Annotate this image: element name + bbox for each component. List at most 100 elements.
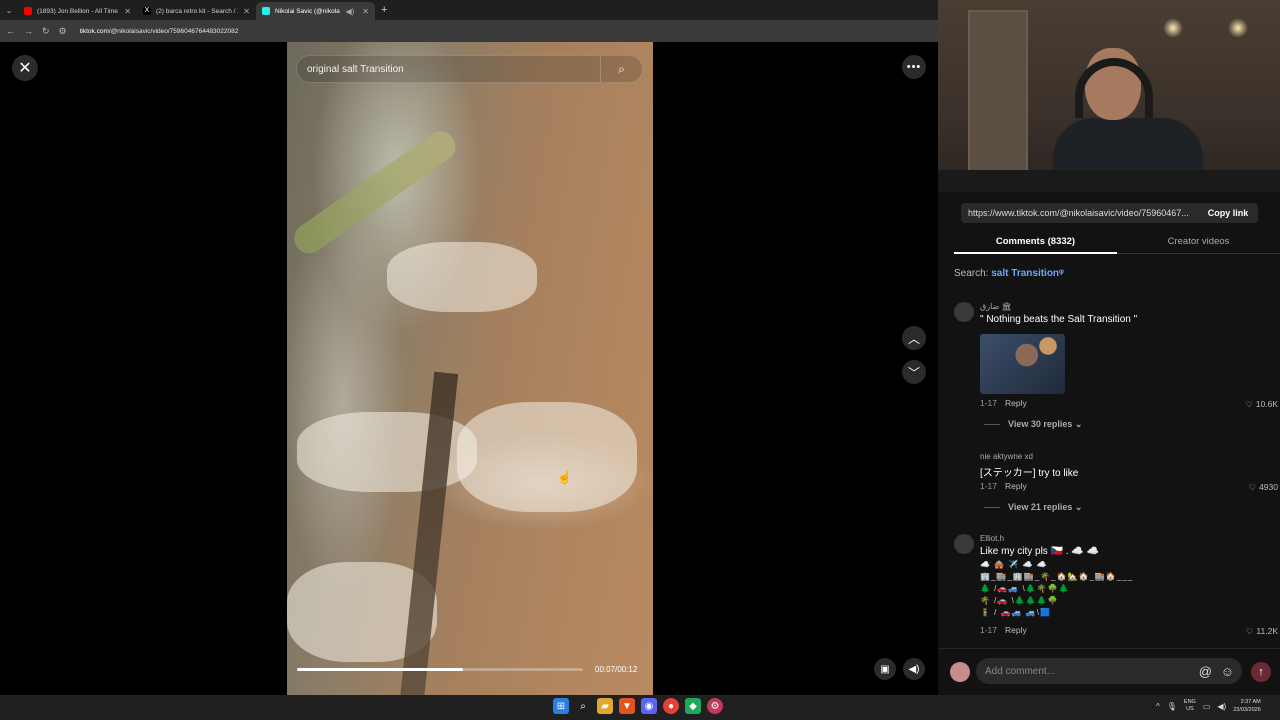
close-tab-icon[interactable]: ✕ <box>124 7 131 16</box>
more-options-button[interactable]: ••• <box>902 55 926 79</box>
avatar <box>950 662 970 682</box>
add-comment-bar: Add comment... @ ☺ ↑ <box>938 648 1280 695</box>
comment-username[interactable]: Elliot.h <box>980 534 1004 543</box>
tab-title: Nikolai Savic (@nikolaisavic <box>275 7 340 15</box>
avatar[interactable] <box>954 302 974 322</box>
x-logo-icon: X <box>143 7 151 15</box>
search-icon[interactable]: ⌕ <box>600 56 642 82</box>
video-foam <box>457 402 637 512</box>
file-explorer-icon[interactable]: ▰ <box>597 698 613 714</box>
avatar[interactable] <box>954 534 974 554</box>
site-info-icon[interactable]: ⚙ <box>59 26 67 37</box>
comment-username[interactable]: nie aktywne xd <box>980 452 1033 461</box>
browser-tab-bar: ⌄ (1893) Jon Bellion - All Time Lo ✕ X (… <box>0 0 938 20</box>
volume-button[interactable]: ◀) <box>903 658 925 680</box>
youtube-icon <box>24 7 32 15</box>
copy-link-button[interactable]: Copy link <box>1198 208 1258 218</box>
tab-creator-videos[interactable]: Creator videos <box>1117 229 1280 254</box>
heart-icon: ♡ <box>1248 482 1257 492</box>
region-code: US <box>1186 706 1194 712</box>
reply-button[interactable]: Reply <box>1005 625 1027 635</box>
forward-icon[interactable]: → <box>24 26 33 36</box>
view-replies-label: View 21 replies <box>1008 502 1073 512</box>
url-field[interactable]: tiktok.com/@nikolaisavic/video/759604676… <box>80 28 239 35</box>
video-stage: ✕ ••• ︿ ﹀ original salt Transition ⌕ 00:… <box>0 42 938 695</box>
browser-tab-tiktok[interactable]: Nikolai Savic (@nikolaisavic ◀) ✕ <box>256 2 375 20</box>
video-player[interactable]: original salt Transition ⌕ 00:07/00:12 <box>287 42 653 695</box>
new-tab-button[interactable]: + <box>381 4 387 16</box>
comments-panel: https://www.tiktok.com/@nikolaisavic/vid… <box>938 0 1280 695</box>
video-search-bar[interactable]: original salt Transition ⌕ <box>296 55 643 83</box>
search-icon: ᵠ <box>1059 268 1064 279</box>
windows-start-icon[interactable]: ⊞ <box>553 698 569 714</box>
search-icon[interactable]: ⌕ <box>575 698 591 714</box>
next-video-button[interactable]: ﹀ <box>902 360 926 384</box>
mention-icon[interactable]: @ <box>1199 664 1212 679</box>
close-icon: ✕ <box>18 60 32 77</box>
microphone-icon[interactable]: 🎙 <box>1167 702 1177 711</box>
post-comment-button[interactable]: ↑ <box>1251 662 1271 682</box>
related-search[interactable]: Search: salt Transitionᵠ <box>954 268 1064 279</box>
mouse-cursor-icon: ☝ <box>557 470 572 484</box>
chrome-icon[interactable]: ● <box>663 698 679 714</box>
speaker-icon[interactable]: ◀) <box>345 7 354 16</box>
related-search-term[interactable]: salt Transition <box>991 268 1059 279</box>
chevron-up-icon[interactable]: ^ <box>1156 702 1160 711</box>
webcam-light <box>1163 18 1183 38</box>
comment-emoji-line: ☁️ 🛖 ✈️ ☁️ ☁️ <box>980 560 1048 569</box>
browser-tab-youtube[interactable]: (1893) Jon Bellion - All Time Lo ✕ <box>18 2 137 20</box>
tiktok-icon <box>262 7 270 15</box>
comment-sticker-image[interactable] <box>980 334 1065 394</box>
previous-video-button[interactable]: ︿ <box>902 326 926 350</box>
tab-comments[interactable]: Comments (8332) <box>954 229 1117 254</box>
comment-item: nie aktywne xd [ステッカー] try to like 1-17 R… <box>954 452 1278 516</box>
comment-date: 1-17 <box>980 481 998 491</box>
comment-item: ﺿﺎﺭﻕ 🏛 " Nothing beats the Salt Transiti… <box>954 302 1278 432</box>
more-icon: ••• <box>906 61 922 73</box>
add-comment-input[interactable]: Add comment... @ ☺ <box>976 658 1242 684</box>
related-search-label: Search: <box>954 268 989 279</box>
close-video-button[interactable]: ✕ <box>12 55 38 81</box>
system-clock[interactable]: 2:37 AM 23/03/2026 <box>1233 698 1261 714</box>
like-button[interactable]: ♡ 10.6K <box>1245 399 1278 410</box>
video-progress-bar[interactable] <box>297 668 583 671</box>
comment-text: [ステッカー] try to like <box>980 468 1079 479</box>
like-button[interactable]: ♡ 4930 <box>1248 482 1278 493</box>
add-comment-placeholder: Add comment... <box>985 665 1056 677</box>
video-progress-fill <box>297 668 463 671</box>
reload-icon[interactable]: ↻ <box>42 26 50 37</box>
view-replies-button[interactable]: View 30 replies ⌄ <box>984 419 1082 430</box>
clock-time: 2:37 AM <box>1240 699 1261 705</box>
discord-icon[interactable]: ◉ <box>641 698 657 714</box>
webcam-overlay <box>938 0 1280 192</box>
mini-player-button[interactable]: ▣ <box>874 658 896 680</box>
app-icon[interactable]: ◆ <box>685 698 701 714</box>
brave-browser-icon[interactable]: ▼ <box>619 698 635 714</box>
comment-meta: 1-17 Reply <box>980 625 1027 635</box>
close-tab-icon[interactable]: ✕ <box>362 7 369 16</box>
emoji-icon[interactable]: ☺ <box>1221 664 1234 679</box>
comment-date: 1-17 <box>980 398 998 408</box>
back-icon[interactable]: ← <box>6 26 15 36</box>
volume-icon[interactable]: ◀) <box>1217 702 1226 711</box>
comment-item: Elliot.h Like my city pls 🇨🇿 . ☁️ ☁️ ☁️ … <box>954 534 1278 638</box>
network-icon[interactable]: ▭ <box>1203 702 1211 711</box>
close-tab-icon[interactable]: ✕ <box>243 7 250 16</box>
comment-username[interactable]: ﺿﺎﺭﻕ 🏛 <box>980 302 1012 311</box>
app-icon[interactable]: ⚙ <box>707 698 723 714</box>
browser-tab-x[interactable]: X (2) barca retro kit - Search / X ✕ <box>137 2 256 20</box>
language-indicator[interactable]: ENG US <box>1184 699 1196 713</box>
share-link-bar: https://www.tiktok.com/@nikolaisavic/vid… <box>961 203 1258 223</box>
avatar[interactable] <box>954 452 974 472</box>
address-bar: ← → ↻ ⚙ tiktok.com/@nikolaisavic/video/7… <box>0 20 938 42</box>
view-replies-button[interactable]: View 21 replies ⌄ <box>984 502 1082 513</box>
comment-emoji-line: 🚦 / 🚗🚙 🚙\🟦 <box>980 608 1051 617</box>
reply-button[interactable]: Reply <box>1005 481 1027 491</box>
share-link-text[interactable]: https://www.tiktok.com/@nikolaisavic/vid… <box>968 208 1198 218</box>
reply-button[interactable]: Reply <box>1005 398 1027 408</box>
like-button[interactable]: ♡ 11.2K <box>1246 626 1278 637</box>
tab-search-icon[interactable]: ⌄ <box>0 0 18 20</box>
url-site: tiktok.com <box>79 27 109 35</box>
like-count: 4930 <box>1259 482 1278 492</box>
webcam-light <box>1228 18 1248 38</box>
